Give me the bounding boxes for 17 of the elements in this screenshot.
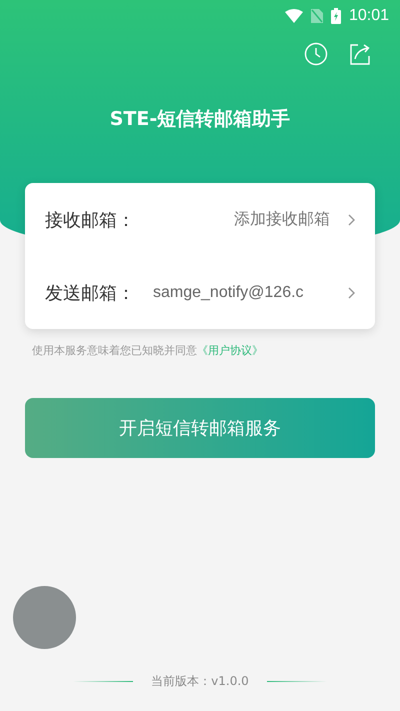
agreement-text: 使用本服务意味着您已知晓并同意《用户协议》 bbox=[32, 343, 264, 358]
battery-charging-icon bbox=[330, 8, 341, 24]
row-value: 添加接收邮箱 bbox=[233, 210, 330, 230]
row-label: 接收邮箱： bbox=[45, 208, 135, 232]
version-text: 当前版本：v1.0.0 bbox=[151, 673, 249, 690]
no-sim-icon bbox=[310, 9, 323, 23]
app-title: STE-短信转邮箱助手 bbox=[108, 107, 292, 132]
status-time: 10:01 bbox=[348, 7, 389, 25]
clock-icon[interactable] bbox=[304, 42, 328, 66]
row-value: samge_notify@126.c bbox=[152, 284, 305, 302]
email-row[interactable]: 发送邮箱： samge_notify@126.c bbox=[45, 256, 355, 329]
share-icon[interactable] bbox=[348, 42, 372, 66]
row-label: 发送邮箱： bbox=[45, 282, 135, 304]
chevron-right-icon bbox=[348, 286, 355, 298]
chevron-right-icon bbox=[348, 214, 355, 226]
email-row[interactable]: 接收邮箱： 添加接收邮箱 bbox=[45, 183, 355, 256]
wifi-icon bbox=[284, 9, 303, 23]
